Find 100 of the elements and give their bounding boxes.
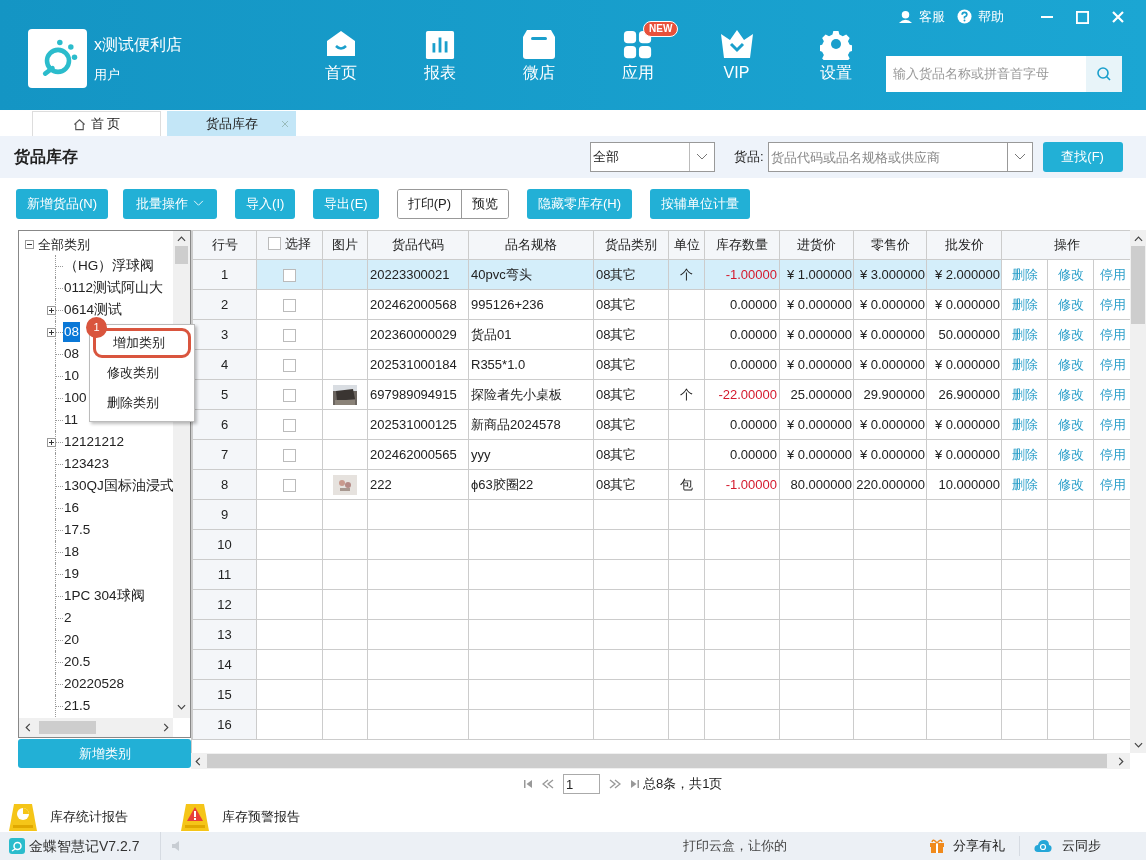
tree-item[interactable]: （HG）浮球阀 <box>63 255 156 277</box>
row-number: 6 <box>192 409 257 440</box>
goods-field[interactable]: 货品代码或品名规格或供应商 <box>767 142 1007 172</box>
version-label: 金蝶智慧记V7.2.7 <box>29 836 140 856</box>
tree-item[interactable]: 2 <box>63 607 73 629</box>
scroll-down-icon[interactable] <box>1133 742 1143 748</box>
scrollbar[interactable] <box>19 718 173 737</box>
column-header[interactable]: 图片 <box>322 230 368 260</box>
scrollbar-thumb[interactable] <box>39 721 96 734</box>
tree-item[interactable]: 20.5 <box>63 651 92 673</box>
menu-item[interactable]: 修改类别 <box>90 358 194 388</box>
tree-item[interactable]: 21.5 <box>63 695 92 717</box>
column-header[interactable]: 库存数量 <box>704 230 780 260</box>
tab[interactable]: 首 页 <box>32 111 161 136</box>
table-cell: 202462000568 <box>367 289 469 320</box>
row-number: 7 <box>192 439 257 470</box>
tree-item[interactable]: 100 <box>63 387 88 409</box>
column-header[interactable]: 货品类别 <box>593 230 669 260</box>
expand-icon[interactable] <box>47 327 56 337</box>
scrollbar-thumb[interactable] <box>175 246 188 264</box>
tree-item[interactable]: 全部类别 <box>38 234 90 255</box>
tab[interactable]: 货品库存 <box>167 111 296 136</box>
scrollbar-thumb[interactable] <box>1131 246 1145 324</box>
table-cell: ¥ 3.000000 <box>853 259 927 290</box>
column-header[interactable]: 选择 <box>256 230 323 260</box>
scroll-left-icon[interactable] <box>25 723 31 732</box>
tree-item[interactable]: 08 <box>63 343 81 365</box>
checkbox[interactable] <box>283 448 296 462</box>
checkbox[interactable] <box>283 328 296 342</box>
checkbox[interactable] <box>283 478 296 492</box>
column-header[interactable]: 批发价 <box>926 230 1002 260</box>
scroll-up-icon[interactable] <box>1133 236 1143 242</box>
first-page-icon[interactable] <box>523 779 533 789</box>
menu-item[interactable]: 删除类别 <box>90 388 194 418</box>
last-page-icon[interactable] <box>630 779 640 789</box>
tree-item[interactable]: 130QJ国标油浸式 <box>63 475 173 497</box>
tree-item[interactable]: 08 <box>63 321 81 343</box>
checkbox[interactable] <box>283 268 296 282</box>
tree-item[interactable]: 1PC 304球阀 <box>63 585 146 607</box>
close-icon[interactable] <box>281 120 289 128</box>
dropdown-button[interactable] <box>1006 142 1033 172</box>
scroll-down-icon[interactable] <box>177 704 186 710</box>
table-cell: 202360000029 <box>367 319 469 350</box>
previous-page-icon[interactable] <box>542 779 554 789</box>
app-logo-icon <box>9 838 25 854</box>
table-cell: 08其它 <box>593 259 669 290</box>
report-link[interactable]: 库存预警报告 <box>180 802 300 832</box>
checkbox[interactable] <box>268 237 281 251</box>
checkbox[interactable] <box>283 358 296 372</box>
tree-item[interactable]: 123423 <box>63 453 111 475</box>
checkbox[interactable] <box>283 418 296 432</box>
scroll-left-icon[interactable] <box>195 756 201 766</box>
table-cell: 29.900000 <box>853 379 927 410</box>
column-header[interactable]: 品名规格 <box>468 230 594 260</box>
expand-icon[interactable] <box>47 305 56 315</box>
sync-link[interactable]: 云同步 <box>1034 836 1101 856</box>
next-page-icon[interactable] <box>609 779 621 789</box>
column-header[interactable]: 零售价 <box>853 230 927 260</box>
category-dropdown[interactable]: 全部 <box>590 142 715 172</box>
scroll-right-icon[interactable] <box>163 723 169 732</box>
maximize-icon[interactable] <box>1076 10 1089 24</box>
search-icon[interactable] <box>1096 66 1112 82</box>
goods-label: 货品: <box>734 148 764 167</box>
expand-icon[interactable] <box>47 437 56 447</box>
scroll-right-icon[interactable] <box>1118 756 1124 766</box>
table-cell: 50.000000 <box>926 319 1002 350</box>
tree-item[interactable]: 19 <box>63 563 81 585</box>
toolbar-button[interactable]: 预览 <box>461 189 508 218</box>
nav-item[interactable]: NEW 应用 <box>588 20 687 83</box>
checkbox[interactable] <box>283 298 296 312</box>
grid-icon <box>622 30 653 60</box>
column-header[interactable]: 行号 <box>192 230 257 260</box>
scrollbar[interactable] <box>1130 230 1146 753</box>
table-cell: 220.000000 <box>853 469 927 500</box>
share-link[interactable]: 分享有礼 <box>929 836 1020 856</box>
column-header[interactable]: 进货价 <box>779 230 854 260</box>
table-cell: ¥ 0.000000 <box>779 439 854 470</box>
tree-item[interactable]: 18 <box>63 541 81 563</box>
page-field[interactable]: 1 <box>563 774 600 794</box>
tree-item[interactable]: 10 <box>63 365 81 387</box>
scrollbar-thumb[interactable] <box>207 754 1107 768</box>
search-field[interactable]: 输入货品名称或拼音首字母 <box>886 56 1086 92</box>
table-cell: ¥ 0.000000 <box>853 349 927 380</box>
tree-item[interactable]: 11 <box>63 409 79 431</box>
gift-icon <box>929 838 945 854</box>
tree-item[interactable]: 0112测试阿山大 <box>63 277 165 299</box>
scrollbar[interactable] <box>191 753 1130 769</box>
collapse-icon[interactable] <box>25 240 34 249</box>
tree-item[interactable]: 12121212 <box>63 431 126 453</box>
bar-chart-icon <box>424 30 455 60</box>
tree-item[interactable]: 20 <box>63 629 81 651</box>
report-link[interactable]: 库存统计报告 <box>8 802 180 832</box>
checkbox[interactable] <box>283 388 296 402</box>
column-header[interactable]: 单位 <box>668 230 705 260</box>
tree-item[interactable]: 20220528 <box>63 673 126 695</box>
scroll-up-icon[interactable] <box>177 236 186 242</box>
tree-item[interactable]: 17.5 <box>63 519 92 541</box>
tree-item[interactable]: 16 <box>63 497 81 519</box>
row-number: 13 <box>192 619 257 650</box>
column-header[interactable]: 货品代码 <box>367 230 469 260</box>
